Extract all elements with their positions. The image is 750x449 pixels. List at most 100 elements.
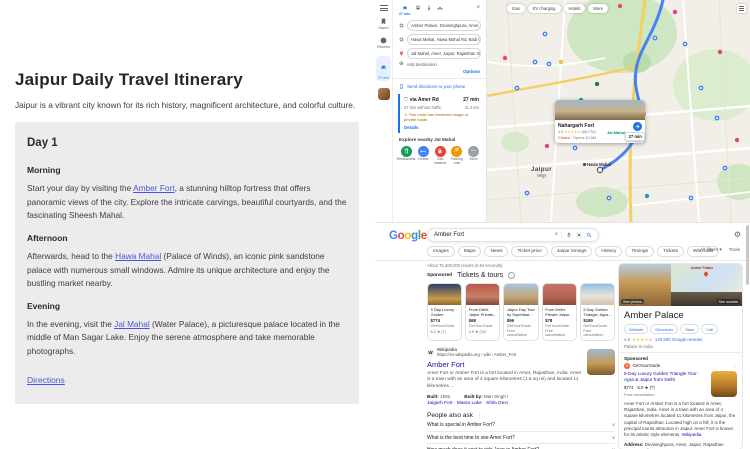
city-name: Jaipur (531, 166, 552, 173)
jal-mahal-link[interactable]: Jal Mahal (114, 319, 150, 329)
scrollbar[interactable] (746, 225, 749, 285)
search-icon[interactable] (586, 232, 592, 238)
sidebar-item-recents[interactable]: Recents (377, 37, 390, 49)
tour-card[interactable]: 5 Day Golden Triangle, Agra...$190GetYou… (580, 283, 615, 341)
mic-icon[interactable] (566, 232, 572, 238)
hawa-mahal-link[interactable]: Hawa Mahal (115, 251, 161, 261)
category-hotels[interactable]: Hotels (416, 146, 431, 166)
tour-price: $96 (507, 318, 535, 323)
result-meta: Built: 1592 Built by: Man Singh I (427, 394, 615, 399)
all-filters-button[interactable]: All filters ▾ (700, 248, 722, 253)
review-count: (68,776) (582, 130, 596, 134)
search-filter-chips: Images Maps News Ticket price Jaipur tim… (427, 246, 719, 257)
active-directions-shortcut[interactable]: 27 min (376, 56, 391, 81)
menu-icon[interactable] (380, 5, 388, 11)
category-label: Hotels (418, 158, 428, 162)
options-button[interactable]: Options (399, 69, 480, 74)
organic-result: W Wikipedia https://en.wikipedia.org › w… (427, 347, 615, 406)
wikipedia-link[interactable]: Wikipedia (682, 432, 702, 437)
chip-timings[interactable]: Timings (625, 246, 654, 257)
mode-cycling[interactable] (437, 5, 443, 11)
settings-gear-icon[interactable]: ⚙ (734, 231, 741, 239)
add-destination-button[interactable]: ⊕ Add destination (399, 62, 481, 67)
tab-images[interactable]: Images (427, 246, 455, 257)
sponsored-header: Sponsored Tickets & tours i (427, 272, 615, 279)
directions-link[interactable]: Directions (27, 375, 65, 385)
travel-thumbnail[interactable] (378, 88, 390, 100)
category-gas-stations[interactable]: Gas stations (433, 146, 448, 166)
stop-input-waypoint[interactable]: Hawa Mahal, Hawa Mahal Rd, Badi Cho... (407, 34, 481, 45)
google-logo[interactable]: Google (389, 230, 427, 242)
streetview-thumbnail[interactable]: See outside (671, 292, 742, 306)
place-map-thumbnail[interactable]: Amber Palace (671, 264, 742, 292)
see-photos-button[interactable]: See photos (621, 299, 644, 304)
stop-input-destination[interactable]: Jal Mahal, Amer, Jaipur, Rajasthan 3020.… (407, 48, 481, 59)
mode-driving[interactable]: 27 min (399, 5, 410, 16)
clear-search-icon[interactable]: × (554, 232, 562, 238)
map-menu-icon[interactable] (737, 4, 746, 13)
plus-circle-icon: ⊕ (399, 62, 404, 67)
ad-thumbnail (711, 371, 737, 397)
mode-walking[interactable] (426, 5, 432, 11)
more-options-icon[interactable]: ⋮ (477, 413, 482, 419)
sidebar-item-saved[interactable]: Saved (379, 18, 389, 30)
origin-marker-icon (398, 23, 404, 28)
ad-title-link[interactable]: 5-Day Luxury Golden Triangle Tour: Agra … (624, 371, 708, 384)
chip-history[interactable]: History (595, 246, 622, 257)
route-option-card[interactable]: ⛉via Amer Rd 27 min 27 min without traff… (398, 94, 481, 133)
tour-card[interactable]: From Delhi: Private Jaipur...$78GetYourG… (542, 283, 577, 341)
search-query[interactable]: Amber Fort (434, 232, 554, 238)
chip-gas[interactable]: Gas (507, 4, 525, 13)
category-parking[interactable]: P Parking Lots (450, 146, 465, 166)
info-icon[interactable]: i (508, 272, 515, 279)
city-name-hindi: जयपुर (531, 173, 552, 179)
paa-question[interactable]: What is the best time to see Amer Fort?∨ (427, 432, 615, 445)
directions-button[interactable]: Directions (650, 324, 678, 334)
search-box[interactable]: Amber Fort × (427, 228, 599, 242)
chip-ev-charging[interactable]: EV charging (528, 4, 561, 13)
result-sublinks[interactable]: Jaigarh Fort · Maota Lake · Shila Devi (427, 401, 615, 406)
tour-vendor: GetYourGuide (583, 324, 611, 328)
tab-maps[interactable]: Maps (458, 246, 482, 257)
amber-fort-link[interactable]: Amber Fort (133, 183, 175, 193)
category-label: Parking Lots (450, 158, 465, 166)
transit-icon (415, 5, 421, 11)
tab-news[interactable]: News (484, 246, 508, 257)
call-button[interactable]: Call (701, 324, 718, 334)
paa-question[interactable]: How much does it cost to ride Jeep in Am… (427, 444, 615, 449)
route-details-link[interactable]: Details (404, 125, 479, 130)
tour-price: $68 (469, 318, 497, 323)
lens-icon[interactable] (576, 232, 582, 238)
category-more[interactable]: ⋯ More (466, 146, 481, 166)
tour-card[interactable]: 5 Day Luxury Golden Triangl...$774GetYou… (427, 283, 462, 341)
chip-jaipur-timings[interactable]: Jaipur timings (551, 246, 593, 257)
place-main-photo[interactable]: See photos (619, 264, 671, 306)
tour-card[interactable]: From Delhi: Jaipur Private...$68GetYourG… (465, 283, 500, 341)
directions-button[interactable] (633, 122, 642, 131)
category-label: Restaurants (397, 158, 416, 162)
chip-tickets[interactable]: Tickets (657, 246, 684, 257)
send-directions-button[interactable]: Send directions to your phone (399, 84, 481, 89)
tour-card[interactable]: Jaipur Day Tour by Superfast...$96GetYou… (503, 283, 538, 341)
tools-button[interactable]: Tools (729, 248, 740, 253)
tour-note: Free cancellation (507, 329, 535, 337)
save-button[interactable]: Save (680, 324, 699, 334)
map-canvas[interactable]: Gas EV charging Hotels More Nahargarh Fo… (487, 0, 750, 222)
website-button[interactable]: Website (624, 324, 648, 334)
mode-transit[interactable] (415, 5, 421, 11)
paa-question[interactable]: What is special in Amber Fort?∨ (427, 419, 615, 432)
category-restaurants[interactable]: Restaurants (398, 146, 414, 166)
chip-more[interactable]: More (588, 4, 608, 13)
see-outside-button[interactable]: See outside (717, 299, 740, 304)
reviews-link[interactable]: 143,500 Google reviews (655, 337, 702, 342)
chip-hotels[interactable]: Hotels (564, 4, 586, 13)
stop-input-origin[interactable]: Amber Palace, Devisinghpura, Amer, Jai..… (407, 20, 481, 31)
result-thumbnail[interactable] (587, 349, 615, 375)
close-directions-icon[interactable]: × (476, 5, 480, 11)
place-title: Amber Palace (619, 306, 742, 323)
afternoon-heading: Afternoon (27, 233, 347, 243)
car-icon (402, 5, 408, 11)
chip-ticket-price[interactable]: Ticket price (511, 246, 547, 257)
divider (393, 78, 486, 79)
more-options-icon[interactable]: ⋮ (733, 363, 738, 369)
